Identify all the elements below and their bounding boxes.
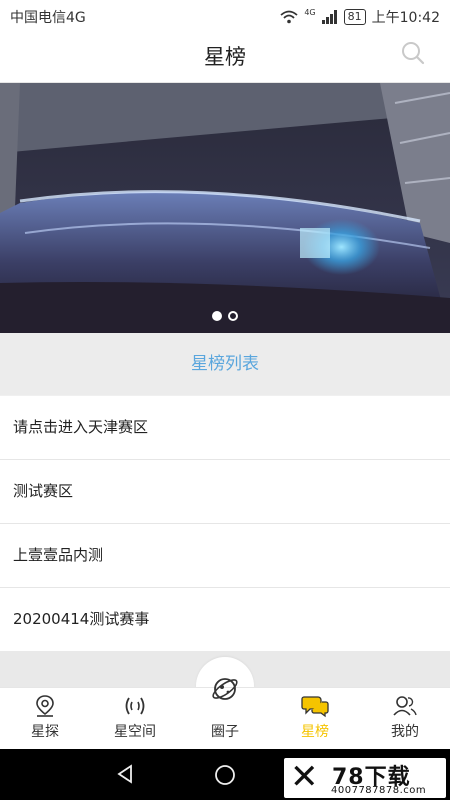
status-right: 4G 81 上午10:42 — [280, 7, 440, 27]
search-icon[interactable] — [400, 40, 426, 66]
signal-icon — [321, 10, 337, 24]
location-pin-icon — [36, 695, 54, 717]
tab-label: 星榜 — [301, 724, 329, 740]
stadium-concert-image — [0, 83, 450, 333]
carousel-dot-2[interactable] — [228, 311, 238, 321]
page-title: 星榜 — [204, 45, 246, 69]
home-circle-icon[interactable] — [214, 764, 236, 786]
chat-bubbles-icon — [301, 696, 329, 718]
watermark-x-mark: ✕ — [290, 757, 319, 797]
watermark-url: 4007787878.com — [331, 785, 427, 796]
banner-carousel[interactable] — [0, 83, 450, 333]
battery-indicator: 81 — [343, 9, 366, 25]
back-triangle-icon[interactable] — [114, 763, 136, 785]
status-bar: 中国电信4G 4G 81 上午10:42 — [0, 0, 450, 32]
clock: 上午10:42 — [371, 10, 440, 26]
list-item[interactable]: 20200414测试赛事 — [0, 588, 450, 651]
carousel-dot-1[interactable] — [212, 311, 222, 321]
wifi-icon — [280, 10, 298, 24]
tab-xingtan[interactable]: 星探 — [0, 688, 90, 750]
carrier-label: 中国电信4G — [10, 10, 86, 26]
broadcast-icon — [125, 697, 145, 715]
list-item[interactable]: 请点击进入天津赛区 — [0, 396, 450, 460]
planet-icon — [212, 678, 238, 700]
carousel-dots — [0, 311, 450, 321]
tab-wode[interactable]: 我的 — [360, 688, 450, 750]
bottom-tab-bar: 星探 星空间 圈子 星榜 我的 — [0, 678, 450, 750]
tab-label: 星探 — [31, 724, 59, 740]
tab-label: 我的 — [391, 724, 419, 740]
watermark-logo: ✕ 78下载 4007787878.com — [284, 758, 446, 798]
tab-quanzi[interactable]: 圈子 — [180, 678, 270, 750]
tab-label: 圈子 — [211, 724, 239, 740]
section-title: 星榜列表 — [0, 333, 450, 395]
list-item[interactable]: 测试赛区 — [0, 460, 450, 524]
tab-xingbang[interactable]: 星榜 — [270, 688, 360, 750]
app-header: 星榜 — [0, 32, 450, 83]
tab-label: 星空间 — [114, 724, 156, 740]
users-icon — [393, 696, 417, 716]
network-badge: 4G — [304, 7, 316, 17]
ranking-list: 请点击进入天津赛区 测试赛区 上壹壹品内测 20200414测试赛事 — [0, 396, 450, 651]
list-item[interactable]: 上壹壹品内测 — [0, 524, 450, 588]
tab-xingkongjian[interactable]: 星空间 — [90, 688, 180, 750]
